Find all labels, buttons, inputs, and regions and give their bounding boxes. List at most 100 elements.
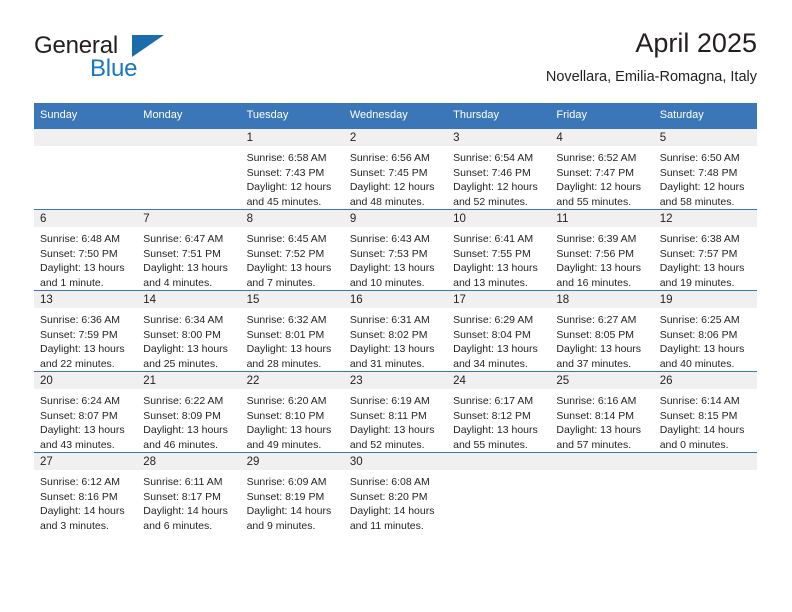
calendar-week-row: 6 Sunrise: 6:48 AM Sunset: 7:50 PM Daylight… [34, 209, 757, 291]
calendar-day-cell[interactable]: 26 Sunrise: 6:14 AM Sunset: 8:15 PM Dayligh… [653, 371, 757, 453]
day-detail-line: and 55 minutes. [556, 195, 632, 208]
day-detail-line: Sunset: 7:52 PM [246, 247, 325, 260]
day-detail-line: and 9 minutes. [246, 519, 316, 532]
day-details [447, 470, 550, 475]
day-detail-line: and 55 minutes. [453, 438, 528, 451]
day-detail-line: Sunset: 8:14 PM [556, 409, 635, 422]
day-number [34, 129, 138, 146]
day-detail-line: and 0 minutes. [659, 438, 729, 451]
day-number: 7 [137, 210, 241, 227]
day-detail-line: Daylight: 13 hours [453, 424, 538, 436]
calendar-day-cell[interactable]: 27 Sunrise: 6:12 AM Sunset: 8:16 PM Dayligh… [34, 452, 138, 533]
day-detail-line: and 58 minutes. [659, 195, 735, 208]
day-detail-line: and 40 minutes. [659, 357, 735, 370]
calendar-day-cell[interactable]: 30 Sunrise: 6:08 AM Sunset: 8:20 PM Dayligh… [343, 452, 448, 533]
day-detail-line: and 11 minutes. [349, 519, 424, 532]
day-detail-line: Daylight: 13 hours [143, 343, 228, 355]
day-details: Sunrise: 6:41 AM Sunset: 7:55 PM Daylight:… [447, 227, 550, 290]
day-number: 30 [343, 453, 448, 470]
day-detail-line: Daylight: 13 hours [556, 343, 642, 355]
calendar-day-cell[interactable]: 14 Sunrise: 6:34 AM Sunset: 8:00 PM Dayligh… [137, 290, 241, 372]
calendar-day-cell[interactable]: 15 Sunrise: 6:32 AM Sunset: 8:01 PM Dayligh… [240, 290, 344, 372]
day-number: 29 [240, 453, 344, 470]
calendar-day-cell[interactable]: 21 Sunrise: 6:22 AM Sunset: 8:09 PM Dayligh… [137, 371, 241, 453]
calendar-day-cell[interactable]: 4 Sunrise: 6:52 AM Sunset: 7:47 PM Daylight… [550, 128, 654, 210]
calendar-day-cell[interactable]: 12 Sunrise: 6:38 AM Sunset: 7:57 PM Dayligh… [653, 209, 757, 291]
weekday-header-saturday: Saturday [653, 103, 757, 129]
day-detail-line: Sunset: 8:19 PM [246, 490, 325, 503]
day-detail-line: Sunset: 8:05 PM [556, 328, 635, 341]
day-detail-line: and 46 minutes. [143, 438, 218, 451]
day-details: Sunrise: 6:36 AM Sunset: 7:59 PM Daylight:… [34, 308, 137, 371]
calendar-header-row: Sunday Monday Tuesday Wednesday Thursday Frid… [34, 103, 757, 129]
calendar-day-cell[interactable]: 1 Sunrise: 6:58 AM Sunset: 7:43 PM Daylight… [240, 128, 344, 210]
day-details [137, 146, 240, 151]
day-detail-line: Sunrise: 6:58 AM [246, 152, 327, 164]
day-detail-line: Sunrise: 6:17 AM [453, 395, 534, 407]
calendar-day-cell[interactable]: 16 Sunrise: 6:31 AM Sunset: 8:02 PM Dayligh… [343, 290, 448, 372]
day-detail-line: and 49 minutes. [246, 438, 322, 451]
day-detail-line: Sunrise: 6:47 AM [143, 233, 224, 245]
calendar-day-cell[interactable]: 6 Sunrise: 6:48 AM Sunset: 7:50 PM Daylight… [34, 209, 138, 291]
day-detail-line: Sunrise: 6:50 AM [659, 152, 740, 164]
calendar-day-cell[interactable]: 9 Sunrise: 6:43 AM Sunset: 7:53 PM Daylight… [343, 209, 448, 291]
day-number: 14 [137, 291, 241, 308]
day-detail-line: Sunrise: 6:32 AM [246, 314, 327, 326]
day-details: Sunrise: 6:14 AM Sunset: 8:15 PM Daylight:… [654, 389, 757, 452]
day-details [34, 146, 137, 151]
calendar-day-cell[interactable]: 25 Sunrise: 6:16 AM Sunset: 8:14 PM Dayligh… [550, 371, 654, 453]
calendar-day-cell[interactable]: 7 Sunrise: 6:47 AM Sunset: 7:51 PM Daylight… [137, 209, 241, 291]
calendar-week-row: 1 Sunrise: 6:58 AM Sunset: 7:43 PM Daylight… [34, 128, 757, 210]
brand-logo[interactable]: General Blue [34, 26, 264, 88]
day-detail-line: Daylight: 13 hours [40, 343, 125, 355]
day-detail-line: Sunset: 7:53 PM [349, 247, 428, 260]
day-detail-line: and 22 minutes. [40, 357, 115, 370]
calendar-page: General Blue April 2025 Novellara, Emili… [0, 0, 792, 612]
day-number: 25 [550, 372, 654, 389]
day-details: Sunrise: 6:29 AM Sunset: 8:04 PM Daylight:… [447, 308, 550, 371]
calendar-day-cell[interactable]: 13 Sunrise: 6:36 AM Sunset: 7:59 PM Dayligh… [34, 290, 138, 372]
calendar-day-cell[interactable]: 28 Sunrise: 6:11 AM Sunset: 8:17 PM Dayligh… [137, 452, 241, 533]
day-detail-line: and 31 minutes. [349, 357, 425, 370]
calendar-day-cell[interactable]: 20 Sunrise: 6:24 AM Sunset: 8:07 PM Dayligh… [34, 371, 138, 453]
calendar-day-cell[interactable]: 29 Sunrise: 6:09 AM Sunset: 8:19 PM Dayligh… [240, 452, 344, 533]
day-detail-line: Daylight: 14 hours [143, 505, 228, 517]
day-detail-line: Daylight: 13 hours [453, 343, 538, 355]
calendar-day-cell[interactable]: 10 Sunrise: 6:41 AM Sunset: 7:55 PM Dayligh… [447, 209, 551, 291]
calendar-day-cell[interactable]: 24 Sunrise: 6:17 AM Sunset: 8:12 PM Dayligh… [447, 371, 551, 453]
day-detail-line: Sunset: 8:06 PM [659, 328, 738, 341]
calendar-day-cell[interactable]: 17 Sunrise: 6:29 AM Sunset: 8:04 PM Dayligh… [447, 290, 551, 372]
calendar-day-cell[interactable]: 3 Sunrise: 6:54 AM Sunset: 7:46 PM Daylight… [447, 128, 551, 210]
day-detail-line: Daylight: 12 hours [659, 181, 745, 193]
day-detail-line: and 7 minutes. [246, 276, 316, 289]
day-number: 20 [34, 372, 138, 389]
day-detail-line: Sunset: 8:02 PM [349, 328, 428, 341]
day-detail-line: Sunset: 8:00 PM [143, 328, 221, 341]
calendar-day-cell-empty [653, 452, 757, 533]
day-detail-line: and 43 minutes. [40, 438, 115, 451]
day-detail-line: Sunset: 7:59 PM [40, 328, 118, 341]
calendar-day-cell[interactable]: 23 Sunrise: 6:19 AM Sunset: 8:11 PM Dayligh… [343, 371, 448, 453]
day-details: Sunrise: 6:32 AM Sunset: 8:01 PM Daylight:… [241, 308, 344, 371]
brand-triangle-icon [132, 35, 164, 57]
page-subtitle: Novellara, Emilia-Romagna, Italy [545, 69, 757, 85]
day-details: Sunrise: 6:48 AM Sunset: 7:50 PM Daylight:… [34, 227, 137, 290]
day-number: 1 [240, 129, 344, 146]
day-detail-line: and 10 minutes. [349, 276, 425, 289]
day-details: Sunrise: 6:12 AM Sunset: 8:16 PM Daylight:… [34, 470, 137, 533]
day-detail-line: Sunset: 7:55 PM [453, 247, 531, 260]
day-number: 16 [343, 291, 448, 308]
calendar-day-cell[interactable]: 5 Sunrise: 6:50 AM Sunset: 7:48 PM Daylight… [653, 128, 757, 210]
day-detail-line: and 34 minutes. [453, 357, 528, 370]
calendar-day-cell[interactable]: 19 Sunrise: 6:25 AM Sunset: 8:06 PM Dayligh… [653, 290, 757, 372]
calendar-day-cell[interactable]: 8 Sunrise: 6:45 AM Sunset: 7:52 PM Daylight… [240, 209, 344, 291]
calendar-day-cell[interactable]: 22 Sunrise: 6:20 AM Sunset: 8:10 PM Dayligh… [240, 371, 344, 453]
day-number: 23 [343, 372, 448, 389]
calendar-day-cell[interactable]: 18 Sunrise: 6:27 AM Sunset: 8:05 PM Dayligh… [550, 290, 654, 372]
calendar-day-cell-empty [447, 452, 551, 533]
calendar-day-cell[interactable]: 11 Sunrise: 6:39 AM Sunset: 7:56 PM Dayligh… [550, 209, 654, 291]
day-detail-line: Daylight: 14 hours [40, 505, 125, 517]
day-number: 18 [550, 291, 654, 308]
calendar-day-cell[interactable]: 2 Sunrise: 6:56 AM Sunset: 7:45 PM Daylight… [343, 128, 448, 210]
day-details: Sunrise: 6:52 AM Sunset: 7:47 PM Daylight:… [550, 146, 653, 209]
